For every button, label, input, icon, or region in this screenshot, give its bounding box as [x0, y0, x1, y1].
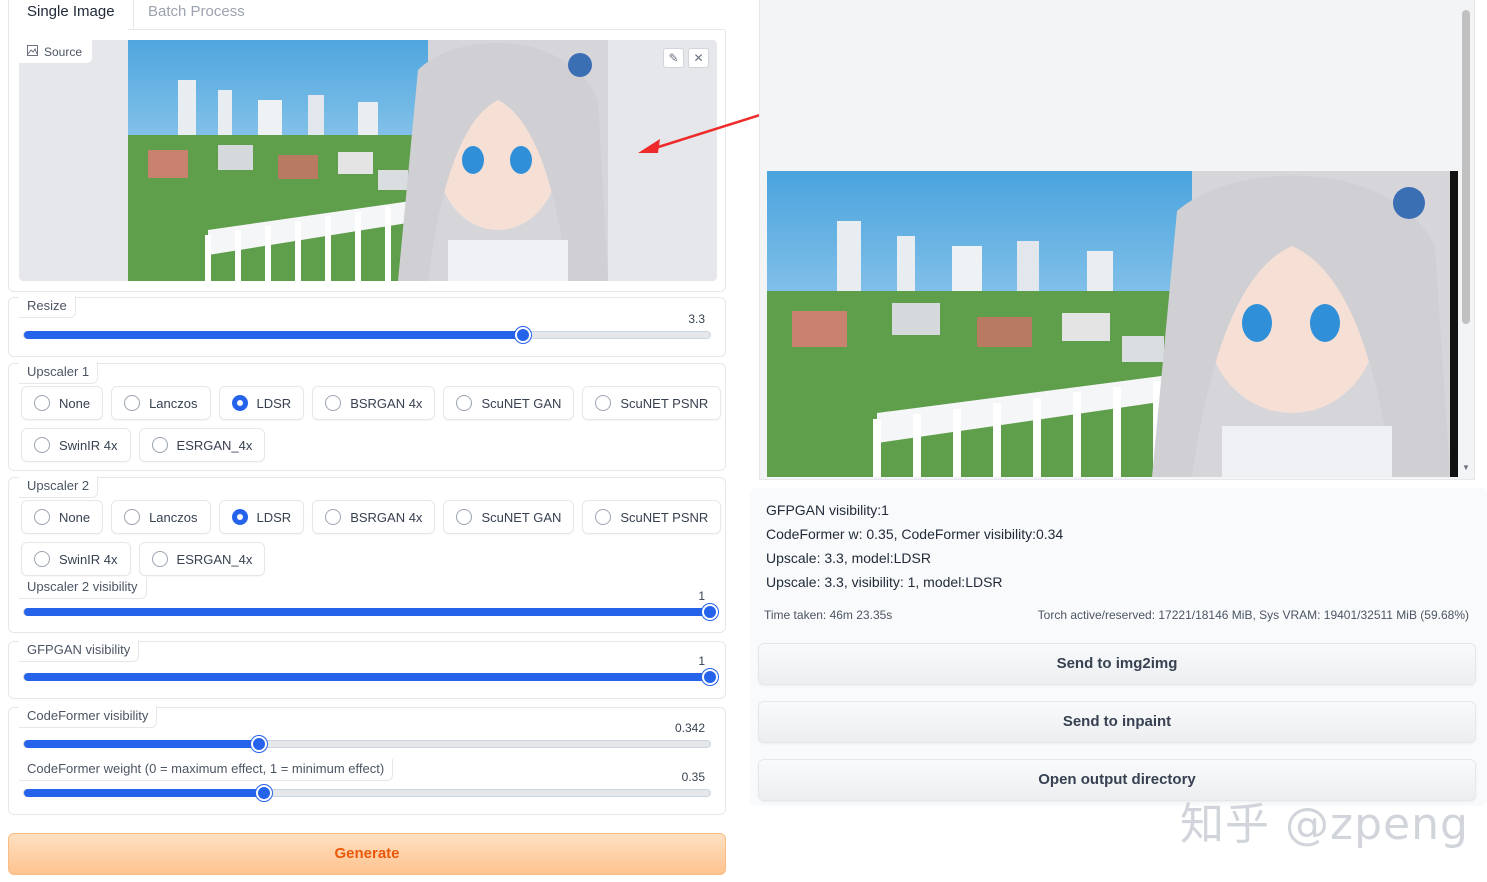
source-label: Source: [19, 40, 94, 64]
source-image-area[interactable]: Source ✎ ✕: [19, 40, 717, 281]
radio-dot: [595, 509, 612, 525]
upscaler2-option-lanczos[interactable]: Lanczos: [111, 500, 211, 534]
upscaler2-visibility-label: Upscaler 2 visibility: [19, 577, 147, 599]
codeformer-weight-slider[interactable]: [23, 785, 711, 801]
radio-dot: [456, 509, 473, 525]
codeformer-visibility-thumb[interactable]: [250, 736, 267, 752]
upscaler1-option-bsrgan[interactable]: BSRGAN 4x: [312, 386, 436, 420]
resize-label: Resize: [19, 296, 76, 318]
upscaler2-option-none[interactable]: None: [21, 500, 104, 534]
gfpgan-fill: [24, 673, 710, 681]
info-line: CodeFormer w: 0.35, CodeFormer visibilit…: [766, 526, 1064, 542]
info-line: Upscale: 3.3, model:LDSR: [766, 550, 931, 566]
tab-bar: Single Image Batch Process: [0, 0, 735, 30]
codeformer-weight-label: CodeFormer weight (0 = maximum effect, 1…: [19, 759, 394, 781]
tab-single-image[interactable]: Single Image: [8, 0, 134, 30]
source-image: [128, 40, 608, 281]
radio-dot: [151, 551, 168, 567]
upscaler2-visibility-thumb[interactable]: [702, 604, 718, 620]
upscaler1-option-lanczos[interactable]: Lanczos: [111, 386, 211, 420]
upscaler1-option-scunet-gan[interactable]: ScuNET GAN: [443, 386, 575, 420]
codeformer-visibility-fill: [24, 740, 259, 748]
codeformer-weight-value[interactable]: 0.35: [682, 770, 705, 784]
resize-thumb[interactable]: [514, 327, 531, 343]
radio-dot: [325, 395, 342, 411]
upscaler1-block: Upscaler 1 None Lanczos LDSR BSRGAN 4x S…: [8, 362, 726, 471]
upscaler1-option-swinir[interactable]: SwinIR 4x: [21, 428, 131, 462]
upscaler2-label: Upscaler 2: [19, 476, 99, 498]
right-column: ▼ GFPGAN visibility:1 CodeFormer w: 0.35…: [750, 0, 1487, 882]
upscaler2-option-swinir[interactable]: SwinIR 4x: [21, 542, 131, 576]
radio-dot: [34, 395, 50, 411]
upscaler1-option-none[interactable]: None: [21, 386, 104, 420]
codeformer-block: CodeFormer visibility 0.342 CodeFormer w…: [8, 706, 726, 815]
upscaler2-option-scunet-psnr[interactable]: ScuNET PSNR: [582, 500, 722, 534]
upscaler2-visibility-value[interactable]: 1: [698, 589, 705, 603]
resize-fill: [24, 331, 523, 339]
gfpgan-thumb[interactable]: [702, 669, 718, 685]
vram-info: Torch active/reserved: 17221/18146 MiB, …: [1037, 608, 1469, 622]
output-image[interactable]: [767, 171, 1450, 477]
radio-dot: [34, 551, 50, 567]
info-line: GFPGAN visibility:1: [766, 502, 889, 518]
time-taken: Time taken: 46m 23.35s: [764, 608, 893, 622]
gfpgan-value[interactable]: 1: [698, 654, 705, 668]
generate-button[interactable]: Generate: [8, 833, 726, 875]
scroll-down-icon[interactable]: ▼: [1462, 463, 1470, 472]
resize-value[interactable]: 3.3: [688, 312, 705, 326]
resize-block: Resize 3.3: [8, 296, 726, 357]
upscaler2-block: Upscaler 2 None Lanczos LDSR BSRGAN 4x S…: [8, 476, 726, 633]
resize-slider[interactable]: [23, 327, 711, 343]
gfpgan-slider[interactable]: [23, 669, 718, 685]
upscaler1-option-scunet-psnr[interactable]: ScuNET PSNR: [582, 386, 722, 420]
upscaler2-visibility-fill: [24, 608, 710, 616]
codeformer-visibility-label: CodeFormer visibility: [19, 706, 158, 728]
radio-dot: [456, 395, 473, 411]
radio-dot: [124, 395, 141, 411]
watermark: 知乎 @zpeng: [1180, 799, 1469, 850]
codeformer-weight-fill: [24, 789, 265, 797]
upscaler2-row2: SwinIR 4x ESRGAN_4x: [21, 542, 266, 576]
upscaler2-visibility-slider[interactable]: [23, 604, 718, 620]
upscaler2-option-scunet-gan[interactable]: ScuNET GAN: [443, 500, 575, 534]
gallery-scrollbar[interactable]: ▼: [1458, 0, 1474, 478]
tab-batch-process[interactable]: Batch Process: [130, 0, 263, 30]
upscaler2-option-bsrgan[interactable]: BSRGAN 4x: [312, 500, 436, 534]
radio-dot: [595, 395, 612, 411]
send-to-inpaint-button[interactable]: Send to inpaint: [758, 701, 1476, 743]
scroll-thumb[interactable]: [1462, 10, 1470, 324]
upscaler1-label: Upscaler 1: [19, 362, 99, 384]
radio-dot: [34, 509, 50, 525]
radio-dot: [231, 509, 248, 525]
send-to-img2img-button[interactable]: Send to img2img: [758, 643, 1476, 685]
source-panel: Source ✎ ✕: [8, 30, 726, 292]
radio-dot: [34, 437, 50, 453]
image-icon: [27, 40, 38, 64]
upscaler1-row2: SwinIR 4x ESRGAN_4x: [21, 428, 266, 462]
info-lines: GFPGAN visibility:1 CodeFormer w: 0.35, …: [766, 498, 1063, 594]
gfpgan-label: GFPGAN visibility: [19, 640, 140, 662]
radio-dot: [124, 509, 141, 525]
codeformer-weight-thumb[interactable]: [256, 785, 273, 801]
left-column: Single Image Batch Process Source ✎ ✕ Re…: [0, 0, 735, 882]
output-gallery[interactable]: ▼: [759, 0, 1475, 480]
source-label-text: Source: [44, 44, 83, 59]
radio-dot: [151, 437, 168, 453]
upscaler2-row1: None Lanczos LDSR BSRGAN 4x ScuNET GAN S…: [21, 500, 722, 534]
edit-icon[interactable]: ✎: [663, 48, 684, 68]
radio-dot: [231, 395, 248, 411]
upscaler2-option-esrgan[interactable]: ESRGAN_4x: [138, 542, 266, 576]
info-line: Upscale: 3.3, visibility: 1, model:LDSR: [766, 574, 1003, 590]
radio-dot: [325, 509, 342, 525]
codeformer-visibility-slider[interactable]: [23, 736, 711, 752]
gfpgan-block: GFPGAN visibility 1: [8, 640, 726, 699]
upscaler1-option-esrgan[interactable]: ESRGAN_4x: [138, 428, 266, 462]
codeformer-visibility-value[interactable]: 0.342: [675, 721, 705, 735]
upscaler2-option-ldsr[interactable]: LDSR: [218, 500, 305, 534]
upscaler1-option-ldsr[interactable]: LDSR: [218, 386, 305, 420]
upscaler1-row1: None Lanczos LDSR BSRGAN 4x ScuNET GAN S…: [21, 386, 722, 420]
close-icon[interactable]: ✕: [688, 48, 709, 68]
